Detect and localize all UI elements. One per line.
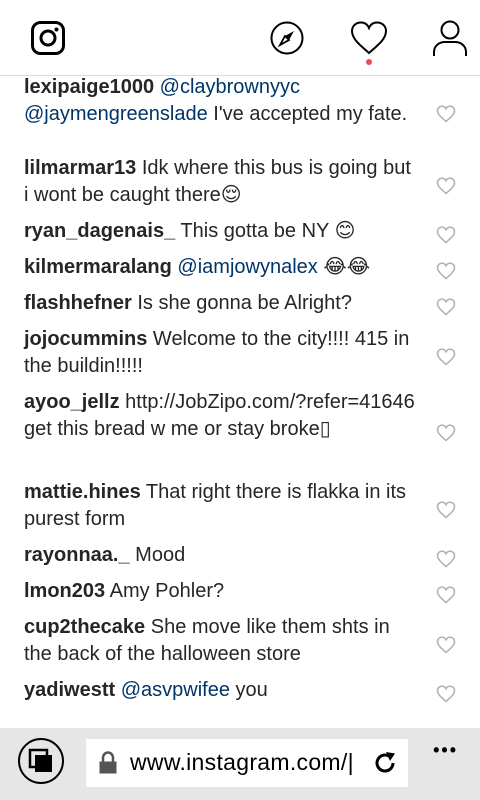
comment-username[interactable]: mattie.hines [24, 481, 141, 503]
comment-body: you [229, 679, 268, 701]
comment-text: lilmarmar13 Idk where this bus is going … [24, 155, 420, 209]
comment-row: kilmermaralang @iamjowynalex 😂😂 [0, 253, 480, 289]
comment-row: flashhefner Is she gonna be Alright? [0, 289, 480, 325]
comment-username[interactable]: lmon203 [24, 580, 105, 602]
like-heart-icon[interactable] [436, 226, 456, 244]
comment-username[interactable]: lexipaige1000 [24, 76, 154, 98]
comment-row: ayoo_jellz http://JobZipo.com/?refer=416… [0, 388, 480, 478]
comment-row: cup2thecake She move like them shts in t… [0, 613, 480, 676]
comment-text: yadiwestt @asvpwifee you [24, 677, 420, 704]
comment-text: rayonnaa._ Mood [24, 542, 420, 569]
comment-username[interactable]: jojocummins [24, 328, 147, 350]
comment-row: rayonnaa._ Mood [0, 541, 480, 577]
comment-username[interactable]: yadiwestt [24, 679, 115, 701]
instagram-logo-icon[interactable] [28, 18, 68, 58]
comment-text: jojocummins Welcome to the city!!!! 415 … [24, 326, 420, 380]
like-heart-icon[interactable] [436, 586, 456, 604]
like-heart-icon[interactable] [436, 298, 456, 316]
notification-dot [366, 59, 372, 65]
comment-username[interactable]: kilmermaralang [24, 256, 172, 278]
comment-text: flashhefner Is she gonna be Alright? [24, 290, 420, 317]
like-heart-icon[interactable] [436, 347, 456, 366]
like-heart-icon[interactable] [436, 262, 456, 280]
more-dots-icon[interactable]: ••• [433, 740, 458, 761]
tabs-button[interactable] [18, 738, 64, 784]
comment-username[interactable]: ayoo_jellz [24, 391, 120, 413]
browser-bottom-bar: www.instagram.com/| ••• [0, 728, 480, 800]
comment-row: ryan_dagenais_ This gotta be NY 😊 [0, 217, 480, 253]
compass-icon[interactable] [267, 18, 307, 58]
like-heart-icon[interactable] [436, 104, 456, 123]
comment-text: mattie.hines That right there is flakka … [24, 479, 420, 533]
comment-text: kilmermaralang @iamjowynalex 😂😂 [24, 254, 420, 281]
comment-row: jojocummins Welcome to the city!!!! 415 … [0, 325, 480, 388]
comment-username[interactable]: ryan_dagenais_ [24, 220, 175, 242]
refresh-icon[interactable] [372, 750, 398, 776]
comment-text: ayoo_jellz http://JobZipo.com/?refer=416… [24, 389, 420, 443]
comment-text: ryan_dagenais_ This gotta be NY 😊 [24, 218, 420, 245]
comment-mention[interactable]: @iamjowynalex [177, 256, 317, 278]
heart-icon[interactable] [349, 18, 389, 58]
comment-row: mattie.hines That right there is flakka … [0, 478, 480, 541]
comment-body: Mood [135, 544, 186, 566]
like-heart-icon[interactable] [436, 635, 456, 654]
comment-username[interactable]: lilmarmar13 [24, 157, 136, 179]
comment-body: Amy Pohler? [109, 580, 225, 602]
person-icon[interactable] [430, 18, 470, 58]
url-text[interactable]: www.instagram.com/| [130, 749, 354, 776]
comment-username[interactable]: rayonnaa._ [24, 544, 130, 566]
comment-row: lmon203 Amy Pohler? [0, 577, 480, 613]
comment-username[interactable]: flashhefner [24, 292, 132, 314]
like-heart-icon[interactable] [436, 685, 456, 703]
comment-mention[interactable]: @claybrownyyc [160, 76, 300, 98]
comments-list: lexipaige1000 @claybrownyyc @jaymengreen… [0, 73, 480, 728]
like-heart-icon[interactable] [436, 176, 456, 195]
comment-username[interactable]: cup2thecake [24, 616, 145, 638]
address-bar[interactable]: www.instagram.com/| [86, 739, 408, 787]
comment-mention[interactable]: @jaymengreenslade [24, 103, 208, 125]
comment-mention[interactable]: @asvpwifee [121, 679, 230, 701]
top-navigation-bar [0, 0, 480, 76]
like-heart-icon[interactable] [436, 424, 456, 442]
like-heart-icon[interactable] [436, 500, 456, 519]
comment-row: lexipaige1000 @claybrownyyc @jaymengreen… [0, 73, 480, 154]
comment-body: This gotta be NY 😊 [180, 220, 356, 242]
tabs-icon [28, 748, 52, 772]
lock-icon [99, 751, 117, 774]
comment-body: I've accepted my fate. [207, 103, 408, 125]
comment-row: yadiwestt @asvpwifee you [0, 676, 480, 712]
comment-body: Is she gonna be Alright? [137, 292, 352, 314]
comment-text: lexipaige1000 @claybrownyyc @jaymengreen… [24, 74, 420, 128]
comment-text: lmon203 Amy Pohler? [24, 578, 420, 605]
comment-row: lilmarmar13 Idk where this bus is going … [0, 154, 480, 217]
like-heart-icon[interactable] [436, 550, 456, 568]
comment-body: 😂😂 [317, 256, 371, 278]
comment-text: cup2thecake She move like them shts in t… [24, 614, 420, 668]
